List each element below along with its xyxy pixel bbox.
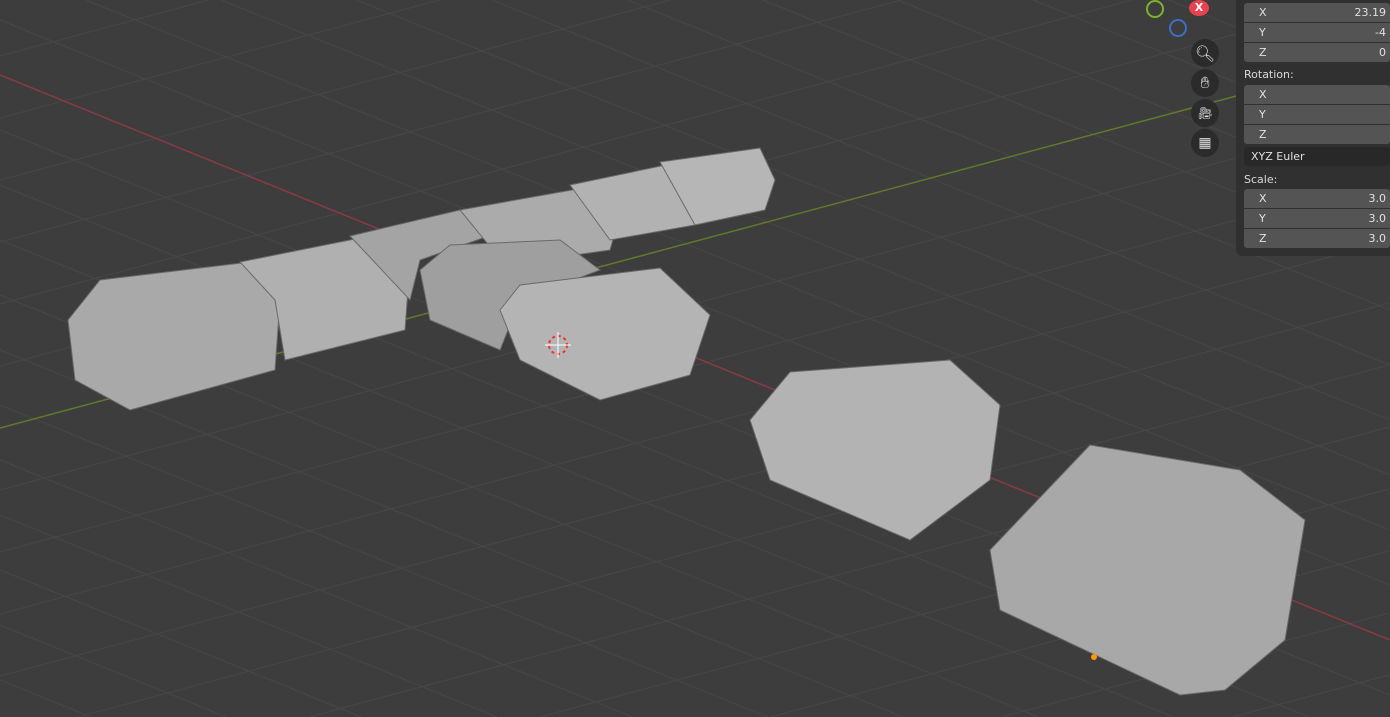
location-x-field[interactable]: X 23.19 [1244,3,1390,22]
grid-line [0,0,440,119]
scale-label: Scale: [1244,173,1278,186]
grid-line [0,0,671,181]
grid-line [0,514,498,717]
object-origin [1091,654,1097,660]
scale-y-field[interactable]: Y 3.0 [1244,209,1390,228]
location-z-field[interactable]: Z0 [1244,43,1390,62]
hand-pan-icon[interactable]: ✋︎ [1191,69,1219,97]
module-mesh[interactable] [749,359,1001,541]
scale-x-field[interactable]: X 3.0 [1244,189,1390,208]
zoom-icon[interactable]: 🔍︎ [1191,39,1219,67]
scale-z-field[interactable]: Z 3.0 [1244,229,1390,248]
gizmo-z-axis[interactable] [1169,19,1187,37]
camera-icon[interactable]: 🎥︎ [1191,99,1219,127]
rotation-x-field[interactable]: X [1244,85,1390,104]
transform-panel: X 23.19 Y -4 Z0 Rotation: X Y Z XYZ Euler … [1236,0,1390,256]
3d-viewport[interactable] [0,0,1390,717]
grid-line [0,679,92,717]
module-mesh[interactable] [499,267,711,401]
rotation-z-field[interactable]: Z [1244,125,1390,144]
gizmo-y-axis[interactable] [1146,0,1164,18]
module-mesh[interactable] [67,261,281,411]
module-mesh[interactable] [989,444,1306,696]
rotation-y-field[interactable]: Y [1244,105,1390,124]
grid-line [0,624,227,717]
grid-perspective-icon[interactable]: ▦ [1191,129,1219,157]
gizmo-x-axis[interactable]: X [1189,0,1209,16]
location-y-field[interactable]: Y -4 [1244,23,1390,42]
grid-line [0,0,209,57]
rotation-label: Rotation: [1244,68,1294,81]
rotation-mode-dropdown[interactable]: XYZ Euler [1244,147,1390,166]
grid-line [0,569,362,717]
grid-line [0,404,768,717]
